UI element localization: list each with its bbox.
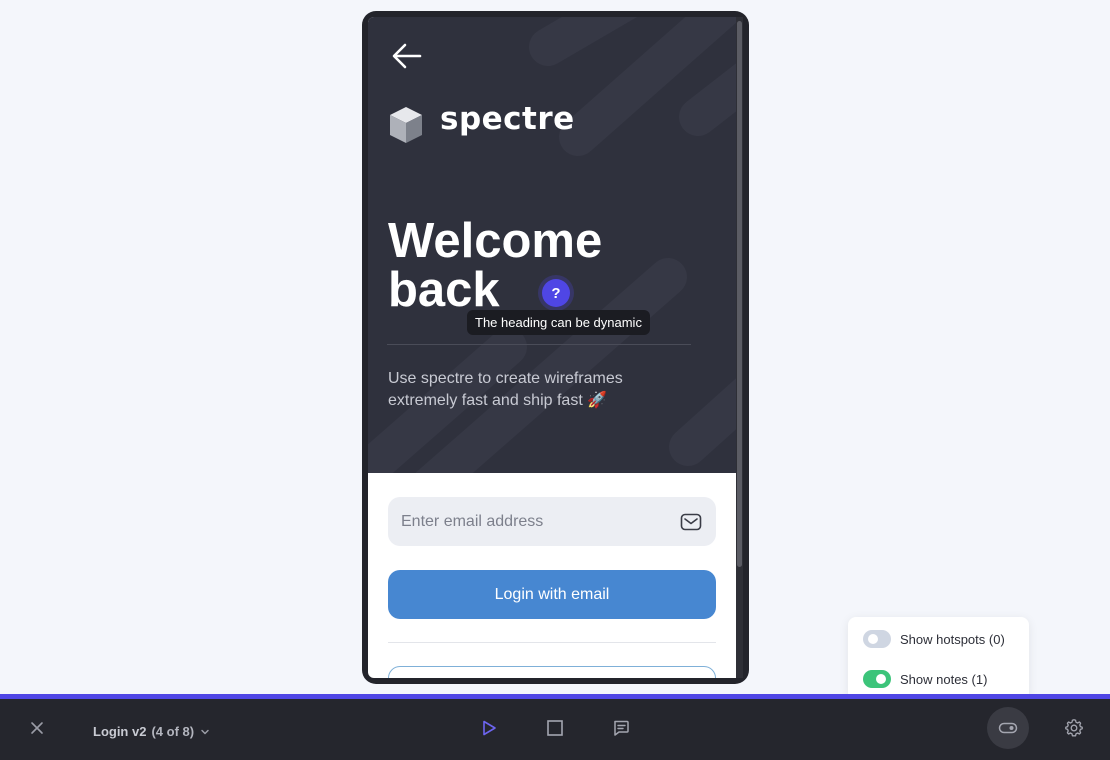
chevron-down-icon — [201, 729, 209, 734]
heading-line-2: back — [388, 263, 500, 317]
toggle-knob — [876, 674, 886, 684]
frame-icon — [547, 720, 563, 736]
logo-cube-icon — [390, 107, 422, 143]
play-mode-button[interactable] — [476, 715, 502, 741]
close-button[interactable] — [24, 715, 50, 741]
email-input[interactable] — [401, 497, 671, 546]
subtitle-text: Use spectre to create wireframes extreme… — [388, 370, 623, 409]
hero-divider — [387, 344, 691, 345]
logo-text: spectre — [440, 101, 575, 137]
screen-count: (4 of 8) — [151, 724, 195, 739]
notes-toggle[interactable] — [863, 670, 891, 688]
view-options-popover: Show hotspots (0) Show notes (1) — [848, 617, 1029, 701]
note-tooltip: The heading can be dynamic — [467, 310, 650, 335]
notes-label: Show notes (1) — [900, 671, 988, 687]
show-hotspots-option[interactable]: Show hotspots (0) — [863, 630, 1005, 648]
show-notes-option[interactable]: Show notes (1) — [863, 670, 987, 688]
settings-button[interactable] — [1061, 715, 1087, 741]
hotspots-toggle[interactable] — [863, 630, 891, 648]
bottom-toolbar: Login v2 (4 of 8) — [0, 694, 1110, 760]
toggle-icon — [998, 722, 1018, 734]
scrollbar-thumb[interactable] — [737, 21, 742, 567]
login-with-email-button[interactable]: Login with email — [388, 570, 716, 619]
note-marker[interactable]: ? — [542, 279, 570, 307]
email-field[interactable] — [388, 497, 716, 546]
gear-icon — [1065, 719, 1083, 737]
mail-icon — [680, 513, 702, 531]
play-icon — [483, 720, 496, 736]
phone-screen: spectre Welcome back ? The heading can b… — [368, 17, 736, 678]
form-divider — [388, 642, 716, 643]
screen-selector[interactable]: Login v2 (4 of 8) — [93, 724, 211, 739]
prototype-viewer: spectre Welcome back ? The heading can b… — [0, 0, 1110, 760]
hero-section: spectre Welcome back ? The heading can b… — [368, 17, 736, 473]
page-heading: Welcome back — [388, 217, 688, 315]
frame-mode-button[interactable] — [542, 715, 568, 741]
toggle-knob — [868, 634, 878, 644]
secondary-button[interactable] — [388, 666, 716, 678]
heading-line-1: Welcome — [388, 214, 603, 268]
hotspots-label: Show hotspots (0) — [900, 631, 1005, 647]
prototype-name: Login v2 — [93, 724, 147, 739]
view-options-button[interactable] — [987, 707, 1029, 749]
comment-mode-button[interactable] — [608, 715, 634, 741]
close-icon — [31, 722, 43, 734]
back-arrow-icon[interactable] — [390, 39, 424, 73]
comment-icon — [614, 720, 629, 736]
